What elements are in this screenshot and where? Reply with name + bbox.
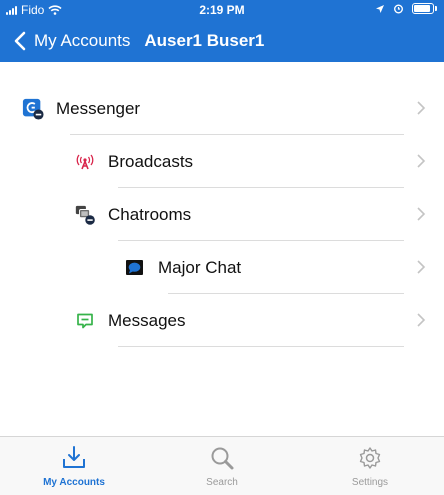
message-icon (74, 310, 96, 332)
list-item-label: Chatrooms (108, 204, 192, 224)
tab-search[interactable]: Search (148, 437, 296, 495)
list-item-label: Major Chat (158, 257, 242, 277)
list-item-broadcasts[interactable]: Broadcasts (0, 135, 444, 188)
download-tray-icon (63, 446, 85, 468)
status-bar: Fido 2:19 PM (0, 0, 444, 20)
list-item-label: Messages (108, 310, 186, 330)
chevron-left-icon (14, 31, 26, 51)
back-button[interactable]: My Accounts (0, 20, 130, 62)
status-indicators (375, 3, 437, 14)
tab-label: Settings (351, 477, 389, 488)
battery-icon (412, 3, 437, 14)
list-item-label: Broadcasts (108, 151, 194, 171)
search-icon (211, 447, 234, 470)
navigation-bar: My Accounts Auser1 Buser1 (0, 20, 444, 62)
messenger-icon (22, 98, 44, 120)
page-title: Auser1 Buser1 (144, 31, 265, 50)
tab-label: My Accounts (43, 477, 105, 488)
chevron-right-icon (417, 154, 426, 168)
alarm-icon (394, 4, 403, 14)
back-button-label: My Accounts (34, 31, 131, 50)
tab-label: Search (206, 477, 238, 488)
tab-bar: My Accounts Search Settings (0, 436, 444, 495)
account-tree-list: Messenger Broadcasts Chatrooms Major Cha… (0, 82, 444, 347)
chevron-right-icon (417, 101, 426, 115)
tab-settings[interactable]: Settings (296, 437, 444, 495)
location-arrow-icon (376, 4, 384, 13)
list-item-major-chat[interactable]: Major Chat (0, 241, 444, 294)
chevron-right-icon (417, 313, 426, 327)
chevron-right-icon (417, 207, 426, 221)
chat-bubble-icon (124, 257, 146, 279)
list-item-messages[interactable]: Messages (0, 294, 444, 347)
chatrooms-icon (74, 204, 96, 226)
list-item-messenger[interactable]: Messenger (0, 82, 444, 135)
broadcast-antenna-icon (74, 151, 96, 173)
divider (118, 346, 404, 347)
chevron-right-icon (417, 260, 426, 274)
list-item-chatrooms[interactable]: Chatrooms (0, 188, 444, 241)
gear-icon (359, 447, 381, 469)
list-item-label: Messenger (56, 98, 141, 118)
tab-my-accounts[interactable]: My Accounts (0, 437, 148, 495)
